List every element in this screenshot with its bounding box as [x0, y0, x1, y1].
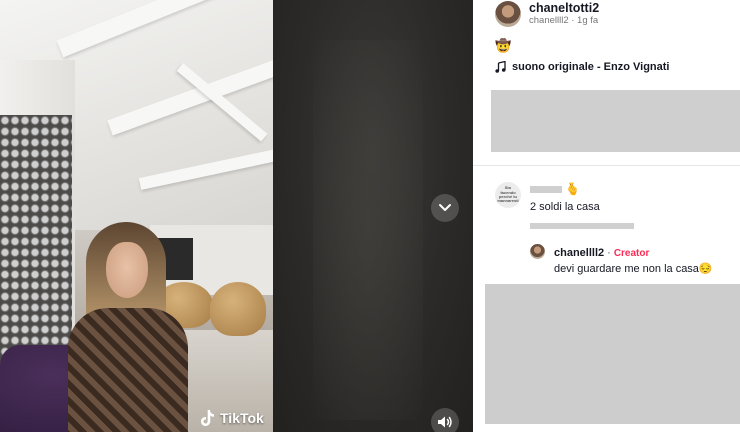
caption-emoji: 🤠	[495, 38, 512, 53]
volume-icon	[438, 416, 452, 428]
person	[68, 222, 188, 432]
armchair	[210, 282, 266, 336]
author-avatar[interactable]	[495, 1, 521, 27]
author-meta: chanellll2 · 1g fa	[529, 14, 599, 26]
tiktok-watermark-label: TikTok	[220, 410, 264, 426]
patterned-shirt	[68, 308, 188, 432]
tiktok-logo-icon	[201, 410, 214, 426]
reply-text: devi guardare me non la casa😔	[554, 263, 713, 275]
author-display-name[interactable]: chaneltotti2	[529, 1, 599, 15]
music-note-icon	[495, 61, 506, 73]
music-label: suono originale - Enzo Vignati	[512, 61, 670, 73]
divider	[473, 165, 740, 166]
video-frame-left[interactable]: TikTok	[0, 0, 273, 432]
next-video-button[interactable]	[431, 194, 459, 222]
reply-separator: ·	[607, 247, 611, 259]
redacted-comment-meta	[530, 223, 634, 229]
volume-button[interactable]	[431, 408, 459, 432]
author-names: chaneltotti2 chanellll2 · 1g fa	[529, 1, 599, 26]
redacted-username	[530, 186, 562, 193]
video-frame-dark[interactable]	[273, 0, 473, 432]
redacted-block	[485, 284, 740, 424]
creator-badge: Creator	[613, 247, 650, 259]
face	[106, 242, 148, 298]
video-blur	[313, 40, 423, 420]
comment-text: 2 soldi la casa	[530, 201, 600, 213]
comment-emoji: 🫰	[565, 182, 580, 196]
redacted-block	[491, 90, 740, 152]
music-link[interactable]: suono originale - Enzo Vignati	[495, 61, 669, 73]
video-info-panel: chaneltotti2 chanellll2 · 1g fa 🤠 suono …	[473, 0, 740, 432]
chevron-down-icon	[439, 204, 451, 211]
tiktok-watermark: TikTok	[200, 407, 264, 429]
comment-avatar[interactable]: Sto facendo perché tu mannaresti	[495, 182, 521, 208]
reply-avatar[interactable]	[530, 244, 545, 259]
author-row[interactable]: chaneltotti2 chanellll2 · 1g fa	[495, 0, 599, 28]
reply-header: chanellll2 · Creator	[554, 247, 649, 259]
reply-author[interactable]: chanellll2	[554, 247, 604, 259]
